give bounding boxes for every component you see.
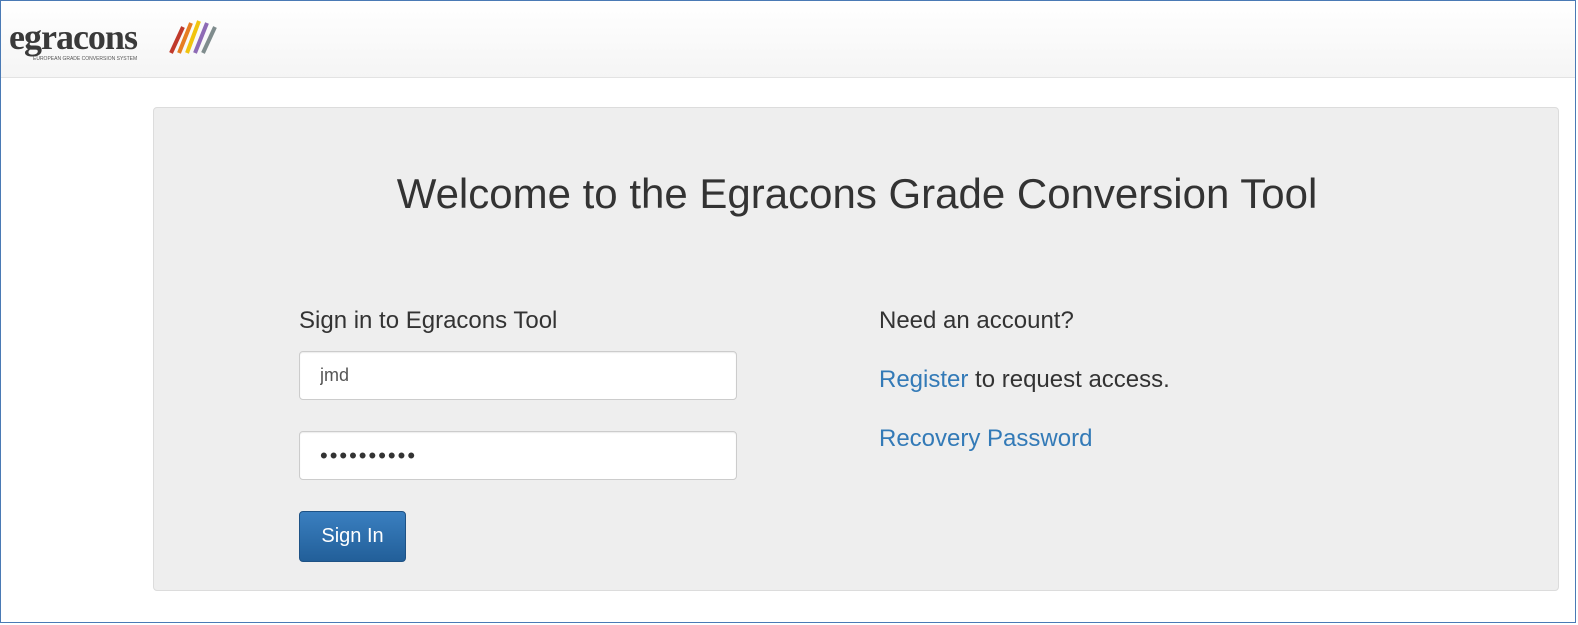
page-title: Welcome to the Egracons Grade Conversion…	[396, 170, 1318, 217]
username-input[interactable]	[299, 351, 737, 400]
recovery-line: Recovery Password	[879, 424, 1092, 454]
logo-stripes-icon	[169, 20, 217, 54]
password-input[interactable]	[299, 431, 737, 480]
welcome-panel: Welcome to the Egracons Grade Conversion…	[153, 107, 1559, 591]
logo-tagline: EUROPEAN GRADE CONVERSION SYSTEM	[33, 56, 138, 62]
register-link[interactable]: Register	[879, 366, 968, 393]
logo-wordmark: egracons	[9, 17, 138, 57]
register-line: Register to request access.	[879, 365, 1170, 395]
signin-button[interactable]: Sign In	[299, 511, 406, 562]
signin-heading: Sign in to Egracons Tool	[299, 307, 558, 334]
navbar: egracons EUROPEAN GRADE CONVERSION SYSTE…	[1, 1, 1575, 78]
need-account-heading: Need an account?	[879, 307, 1074, 334]
browser-frame: egracons EUROPEAN GRADE CONVERSION SYSTE…	[0, 0, 1576, 623]
recovery-password-link[interactable]: Recovery Password	[879, 425, 1092, 452]
register-suffix: to request access.	[968, 366, 1170, 393]
